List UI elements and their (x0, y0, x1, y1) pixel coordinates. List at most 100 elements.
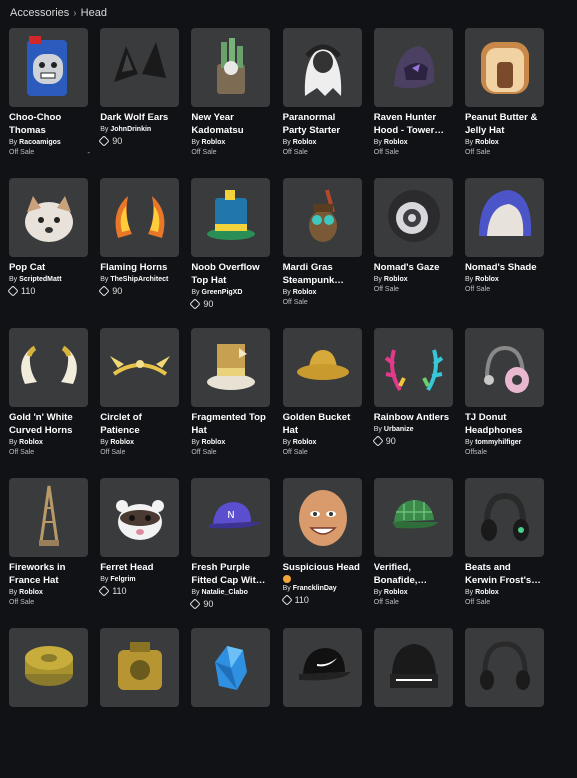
item-name[interactable]: Fireworks in France Hat (9, 561, 88, 587)
item-card[interactable]: Nomad's Shade By Roblox Off Sale (464, 178, 544, 328)
item-card[interactable]: TJ Donut Headphones By tommyhilfiger Offsal… (464, 328, 544, 478)
item-thumbnail[interactable] (282, 628, 362, 707)
item-thumbnail[interactable] (100, 478, 180, 557)
creator-name[interactable]: GreenPigXD (202, 288, 243, 298)
item-name[interactable]: Nomad's Gaze (374, 261, 453, 274)
item-thumbnail[interactable] (464, 28, 544, 107)
item-thumbnail[interactable] (282, 328, 362, 407)
creator-name[interactable]: Roblox (293, 438, 317, 448)
item-card[interactable]: Nomad's Gaze By Roblox Off Sale (373, 178, 453, 328)
item-thumbnail[interactable] (373, 28, 453, 107)
item-card[interactable]: Flaming Horns By TheShipArchitect 90 (98, 178, 180, 328)
item-card[interactable]: Peanut Butter & Jelly Hat By Roblox Off Sal… (464, 28, 544, 178)
item-card[interactable] (373, 628, 453, 778)
creator-name[interactable]: Roblox (475, 275, 499, 285)
item-thumbnail[interactable] (100, 178, 180, 257)
creator-name[interactable]: TheShipArchitect (110, 275, 168, 285)
item-name[interactable]: Nomad's Shade (465, 261, 544, 274)
creator-name[interactable]: Roblox (202, 438, 226, 448)
creator-name[interactable]: Roblox (384, 275, 408, 285)
item-name[interactable]: Fresh Purple Fitted Cap Wit… (191, 561, 270, 587)
item-card[interactable] (282, 628, 362, 778)
item-card[interactable]: Raven Hunter Hood - Tower… By Roblox Off Sa… (373, 28, 453, 178)
item-thumbnail[interactable] (9, 28, 88, 107)
creator-name[interactable]: FrancklinDay (293, 584, 337, 594)
item-card[interactable]: Rainbow Antlers By Urbanize 90 (372, 328, 453, 478)
creator-name[interactable]: tommyhilfiger (475, 438, 521, 448)
item-card[interactable] (464, 628, 544, 778)
item-name[interactable]: Dark Wolf Ears (100, 111, 179, 124)
item-name[interactable]: Choo-Choo Thomas (9, 111, 88, 137)
item-card[interactable]: Suspicious Head By FrancklinDay 110 (280, 478, 362, 628)
item-card[interactable] (9, 628, 88, 778)
item-card[interactable]: Mardi Gras Steampunk… By Roblox Off Sale (282, 178, 362, 328)
item-card[interactable]: N Fresh Purple Fitted Cap Wit… By Natalie_C… (189, 478, 271, 628)
item-name[interactable]: New Year Kadomatsu (191, 111, 270, 137)
item-thumbnail[interactable] (464, 328, 544, 407)
creator-name[interactable]: Natalie_Clabo (202, 588, 248, 598)
creator-name[interactable]: Roblox (202, 138, 226, 148)
creator-name[interactable]: ScriptedMatt (19, 275, 61, 285)
item-card[interactable]: Golden Bucket Hat By Roblox Off Sale (282, 328, 362, 478)
item-thumbnail[interactable] (464, 178, 544, 257)
item-thumbnail[interactable] (464, 478, 544, 557)
item-thumbnail[interactable] (9, 328, 88, 407)
item-card[interactable]: Noob Overflow Top Hat By GreenPigXD 90 (189, 178, 271, 328)
creator-name[interactable]: JohnDrinkin (110, 125, 151, 135)
creator-name[interactable]: Felgrim (110, 575, 135, 585)
item-name[interactable]: Paranormal Party Starter (283, 111, 362, 137)
item-name[interactable]: Pop Cat (9, 261, 88, 274)
item-card[interactable] (191, 628, 271, 778)
item-thumbnail[interactable] (191, 328, 271, 407)
item-name[interactable]: Gold 'n' White Curved Horns (9, 411, 88, 437)
item-name[interactable]: Ferret Head (100, 561, 179, 574)
item-card[interactable]: Beats and Kerwin Frost's… By Roblox Off Sal… (464, 478, 544, 628)
item-thumbnail[interactable] (100, 28, 180, 107)
item-name[interactable]: Suspicious Head (283, 561, 362, 574)
item-card[interactable]: Fragmented Top Hat By Roblox Off Sale (191, 328, 271, 478)
item-thumbnail[interactable] (373, 628, 453, 707)
item-card[interactable]: Choo-Choo Thomas By Racoamigos Off Sale - (9, 28, 90, 178)
item-card[interactable]: Circlet of Patience By Roblox Off Sale (100, 328, 180, 478)
item-name[interactable]: Beats and Kerwin Frost's… (465, 561, 544, 587)
item-thumbnail[interactable] (191, 28, 271, 107)
item-card[interactable]: Fireworks in France Hat By Roblox Off Sale (9, 478, 88, 628)
creator-name[interactable]: Urbanize (384, 425, 414, 435)
creator-name[interactable]: Roblox (384, 138, 408, 148)
item-name[interactable]: Peanut Butter & Jelly Hat (465, 111, 544, 137)
creator-name[interactable]: Roblox (384, 588, 408, 598)
item-name[interactable]: Circlet of Patience (100, 411, 179, 437)
item-name[interactable]: Rainbow Antlers (374, 411, 453, 424)
item-thumbnail[interactable] (191, 628, 271, 707)
item-thumbnail[interactable] (191, 178, 271, 257)
item-thumbnail[interactable] (373, 478, 453, 557)
item-name[interactable]: Mardi Gras Steampunk… (283, 261, 362, 287)
item-card[interactable]: Gold 'n' White Curved Horns By Roblox Off S… (9, 328, 88, 478)
creator-name[interactable]: Roblox (475, 138, 499, 148)
item-card[interactable]: Verified, Bonafide,… By Roblox Off Sale (373, 478, 453, 628)
item-card[interactable] (100, 628, 180, 778)
breadcrumb-accessories[interactable]: Accessories (10, 7, 69, 19)
item-thumbnail[interactable] (282, 478, 362, 557)
item-thumbnail[interactable] (9, 478, 88, 557)
item-card[interactable]: New Year Kadomatsu By Roblox Off Sale (191, 28, 271, 178)
creator-name[interactable]: Roblox (110, 438, 134, 448)
item-thumbnail[interactable] (373, 328, 453, 407)
item-name[interactable]: Verified, Bonafide,… (374, 561, 453, 587)
creator-name[interactable]: Roblox (293, 138, 317, 148)
item-name[interactable]: Raven Hunter Hood - Tower… (374, 111, 453, 137)
item-thumbnail[interactable] (9, 178, 88, 257)
item-name[interactable]: Flaming Horns (100, 261, 179, 274)
creator-name[interactable]: Racoamigos (19, 138, 61, 148)
item-thumbnail[interactable] (9, 628, 88, 707)
item-card[interactable]: Paranormal Party Starter By Roblox Off Sale (282, 28, 362, 178)
item-card[interactable]: Pop Cat By ScriptedMatt 110 (7, 178, 88, 328)
item-name[interactable]: TJ Donut Headphones (465, 411, 544, 437)
creator-name[interactable]: Roblox (475, 588, 499, 598)
creator-name[interactable]: Roblox (19, 588, 43, 598)
item-name[interactable]: Noob Overflow Top Hat (191, 261, 270, 287)
item-thumbnail[interactable] (100, 628, 180, 707)
item-name[interactable]: Fragmented Top Hat (191, 411, 270, 437)
creator-name[interactable]: Roblox (19, 438, 43, 448)
item-thumbnail[interactable] (464, 628, 544, 707)
